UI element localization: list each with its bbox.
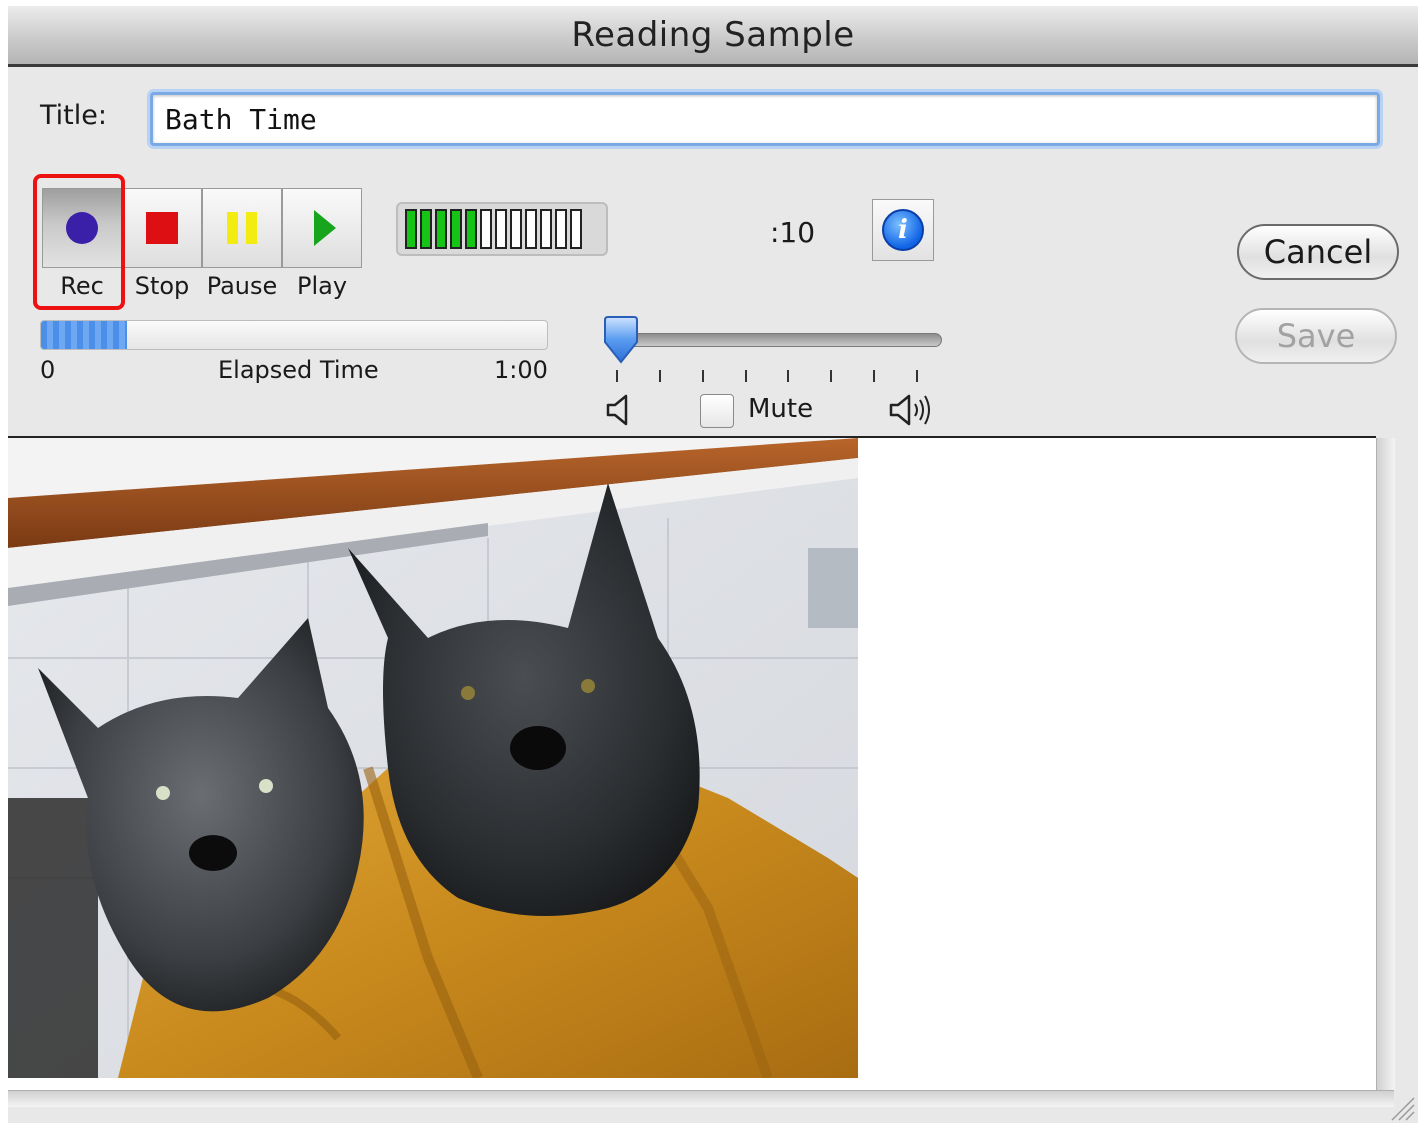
mute-label[interactable]: Mute (748, 394, 813, 424)
level-meter-segment (405, 209, 417, 249)
elapsed-progress-bar (40, 320, 548, 350)
volume-tick (701, 370, 704, 382)
pause-button[interactable] (202, 188, 282, 268)
cancel-button[interactable]: Cancel (1237, 224, 1399, 280)
reading-photo (8, 438, 858, 1078)
level-meter-segment (570, 209, 582, 249)
stop-icon (146, 212, 178, 244)
stop-label[interactable]: Stop (122, 272, 202, 300)
level-meter-segment (510, 209, 522, 249)
title-input[interactable] (150, 92, 1380, 146)
play-label[interactable]: Play (282, 272, 362, 300)
volume-tick (787, 370, 790, 382)
rec-button[interactable] (42, 188, 122, 268)
play-button[interactable] (282, 188, 362, 268)
info-icon: i (882, 209, 924, 251)
volume-slider-thumb[interactable] (602, 316, 640, 364)
horizontal-scrollbar[interactable] (8, 1090, 1394, 1107)
speaker-low-icon (606, 394, 628, 426)
resize-grip-icon[interactable] (1386, 1092, 1416, 1122)
play-icon (314, 210, 336, 246)
volume-tick (916, 370, 918, 382)
pause-label[interactable]: Pause (202, 272, 282, 300)
progress-start-label: 0 (40, 356, 56, 384)
volume-tick (830, 370, 833, 382)
title-bar[interactable]: Reading Sample (8, 6, 1418, 67)
reading-sample-window: Reading Sample Title: Rec Stop Pause Pla… (8, 6, 1418, 1123)
info-button[interactable]: i (872, 199, 934, 261)
volume-tick (616, 370, 618, 382)
volume-tick (873, 370, 876, 382)
level-meter-segment (525, 209, 537, 249)
level-meter-segment (435, 209, 447, 249)
recording-time: :10 (770, 216, 816, 249)
rec-label[interactable]: Rec (42, 272, 122, 300)
mute-checkbox[interactable] (700, 394, 734, 428)
speaker-high-icon (889, 394, 930, 426)
vertical-scrollbar[interactable] (1376, 438, 1395, 1090)
window-title: Reading Sample (571, 15, 855, 55)
level-meter-segment (420, 209, 432, 249)
volume-slider-track[interactable] (616, 333, 942, 347)
progress-end-label: 1:00 (494, 356, 548, 384)
stop-button[interactable] (122, 188, 202, 268)
pause-icon (227, 212, 257, 244)
volume-tick (744, 370, 747, 382)
level-meter (396, 202, 608, 256)
save-button[interactable]: Save (1235, 308, 1397, 364)
elapsed-progress-fill (41, 321, 128, 349)
title-label: Title: (40, 100, 107, 131)
elapsed-time-label: Elapsed Time (218, 356, 379, 384)
volume-tick (658, 370, 661, 382)
level-meter-segment (465, 209, 477, 249)
level-meter-segment (540, 209, 552, 249)
level-meter-segment (450, 209, 462, 249)
level-meter-segment (480, 209, 492, 249)
record-icon (66, 212, 98, 244)
level-meter-segment (495, 209, 507, 249)
volume-ticks (614, 370, 926, 384)
level-meter-segment (555, 209, 567, 249)
transport-labels: Rec Stop Pause Play (42, 272, 362, 300)
transport-controls (42, 188, 362, 268)
